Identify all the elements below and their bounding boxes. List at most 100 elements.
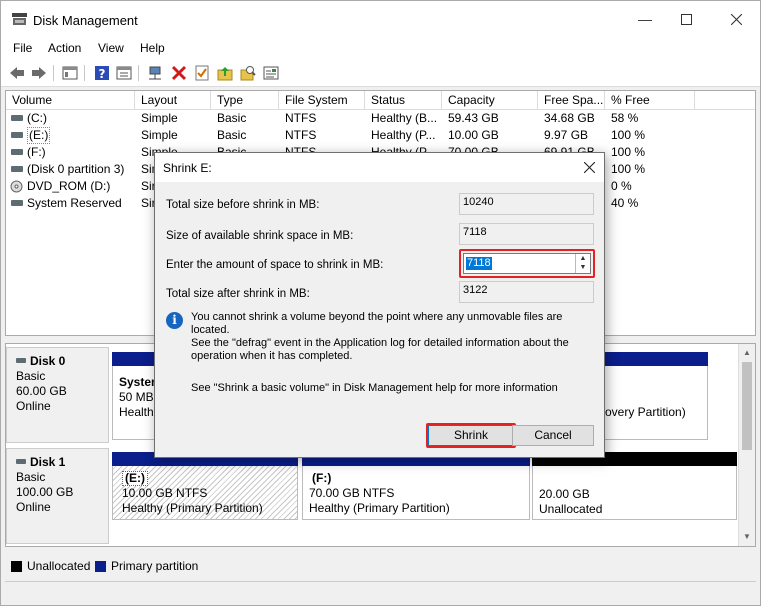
settings-icon[interactable] [262, 64, 280, 82]
shrink-amount-input[interactable]: 7118 ▲ ▼ [463, 253, 591, 274]
title-bar[interactable]: Disk Management — [1, 1, 760, 37]
volume-name: (Disk 0 partition 3) [27, 162, 125, 176]
label-total-after: Total size after shrink in MB: [166, 288, 310, 300]
spinner[interactable]: ▲ ▼ [575, 254, 590, 273]
volume-status: Healthy (P... [371, 128, 436, 142]
disk-type: Basic [16, 369, 46, 383]
status-bar [5, 581, 756, 601]
maximize-icon [680, 13, 692, 25]
partition-status: overy Partition) [605, 405, 686, 419]
minimize-icon: — [638, 11, 652, 27]
table-row[interactable]: (C:) Simple Basic NTFS Healthy (B... 59.… [6, 110, 755, 127]
delete-icon[interactable] [170, 64, 188, 82]
partition-f[interactable]: (F:) 70.00 GB NTFS Healthy (Primary Part… [302, 452, 530, 520]
volume-pct-free: 100 % [611, 128, 646, 142]
back-arrow-icon[interactable] [8, 64, 26, 82]
partition-size: 10.00 GB NTFS [122, 486, 208, 500]
legend-label-primary: Primary partition [111, 559, 199, 573]
menu-file[interactable]: File [13, 41, 32, 55]
check-icon[interactable] [193, 64, 211, 82]
volume-pct-free: 0 % [611, 179, 632, 193]
column-header-layout[interactable]: Layout [135, 91, 211, 110]
scroll-down-icon[interactable]: ▼ [743, 532, 751, 541]
partition-status: Healthy (Primary Partition) [122, 501, 263, 515]
close-icon [583, 162, 595, 173]
partition-system[interactable]: System 50 MB Healthy [112, 352, 162, 440]
column-header-volume[interactable]: Volume [6, 91, 135, 110]
cancel-button[interactable]: Cancel [512, 425, 594, 446]
volume-layout: Simple [141, 128, 178, 142]
up-folder-icon[interactable] [216, 64, 234, 82]
volume-pct-free: 58 % [611, 111, 639, 125]
volume-status: Healthy (B... [371, 111, 438, 125]
disk-map-scrollbar[interactable]: ▲ ▼ [738, 344, 755, 546]
partition-size: 50 MB [119, 390, 154, 404]
menu-help[interactable]: Help [140, 41, 165, 55]
menu-view[interactable]: View [98, 41, 124, 55]
partition-unallocated[interactable]: 20.00 GB Unallocated [532, 452, 737, 520]
column-header-capacity[interactable]: Capacity [442, 91, 538, 110]
toolbar-separator [84, 65, 85, 81]
toolbar-separator [53, 65, 54, 81]
column-header-status[interactable]: Status [365, 91, 442, 110]
connect-icon[interactable] [146, 64, 164, 82]
properties-icon[interactable] [115, 64, 133, 82]
menu-action[interactable]: Action [48, 41, 81, 55]
table-row[interactable]: (E:) Simple Basic NTFS Healthy (P... 10.… [6, 127, 755, 144]
column-header-filler [695, 91, 755, 110]
spin-down-icon[interactable]: ▼ [576, 263, 590, 272]
search-icon[interactable] [239, 64, 257, 82]
disk-icon [16, 459, 26, 464]
close-button[interactable] [713, 1, 759, 37]
disk-1-header[interactable]: Disk 1 Basic 100.00 GB Online [6, 448, 109, 544]
info-message-line: See the "defrag" event in the Applicatio… [191, 337, 569, 349]
disk-icon [16, 358, 26, 363]
partition-e[interactable]: (E:) 10.00 GB NTFS Healthy (Primary Part… [112, 452, 298, 520]
legend-swatch-unallocated [11, 561, 22, 572]
volume-fs: NTFS [285, 111, 317, 125]
console-tree-icon[interactable] [61, 64, 79, 82]
window-title: Disk Management [33, 13, 138, 28]
disk-management-app-icon [12, 13, 27, 25]
volume-name: System Reserved [27, 196, 122, 210]
forward-arrow-icon[interactable] [30, 64, 48, 82]
partition-size: 70.00 GB NTFS [309, 486, 395, 500]
column-header-file-system[interactable]: File System [279, 91, 365, 110]
disk-name: Disk 1 [30, 455, 66, 469]
disk-management-window: Disk Management — File Action View Help … [0, 0, 761, 606]
volume-layout: Simple [141, 111, 178, 125]
close-icon [730, 13, 742, 25]
minimize-button[interactable]: — [622, 1, 668, 37]
column-header-percent-free[interactable]: % Free [605, 91, 695, 110]
value-total-after: 3122 [459, 281, 594, 303]
partition-status: Unallocated [539, 502, 603, 516]
shrink-button[interactable]: Shrink [428, 425, 514, 446]
volume-pct-free: 100 % [611, 162, 646, 176]
scroll-thumb[interactable] [742, 362, 752, 450]
volume-type: Basic [217, 128, 247, 142]
drive-icon [11, 166, 23, 172]
partition-size: 20.00 GB [539, 487, 590, 501]
label-shrink-amount: Enter the amount of space to shrink in M… [166, 259, 384, 271]
legend-swatch-primary [95, 561, 106, 572]
volume-name: DVD_ROM (D:) [27, 179, 111, 193]
spin-up-icon[interactable]: ▲ [576, 254, 590, 263]
volume-free: 34.68 GB [544, 111, 595, 125]
dialog-title-bar[interactable]: Shrink E: [155, 153, 604, 182]
maximize-button[interactable] [663, 1, 709, 37]
partition-recovery[interactable]: overy Partition) [604, 352, 708, 440]
drive-icon [11, 149, 23, 155]
shrink-amount-value: 7118 [466, 257, 492, 270]
dialog-title: Shrink E: [163, 161, 212, 175]
dialog-close-button[interactable] [574, 153, 604, 182]
help-icon[interactable]: ? [93, 64, 111, 82]
volume-pct-free: 40 % [611, 196, 639, 210]
svg-text:?: ? [99, 67, 106, 81]
column-header-free-space[interactable]: Free Spa... [538, 91, 605, 110]
disk-0-header[interactable]: Disk 0 Basic 60.00 GB Online [6, 347, 109, 443]
volume-name: (F:) [27, 145, 46, 159]
legend: Unallocated Primary partition [5, 556, 756, 577]
scroll-up-icon[interactable]: ▲ [743, 348, 751, 357]
help-text: See "Shrink a basic volume" in Disk Mana… [191, 382, 558, 394]
column-header-type[interactable]: Type [211, 91, 279, 110]
